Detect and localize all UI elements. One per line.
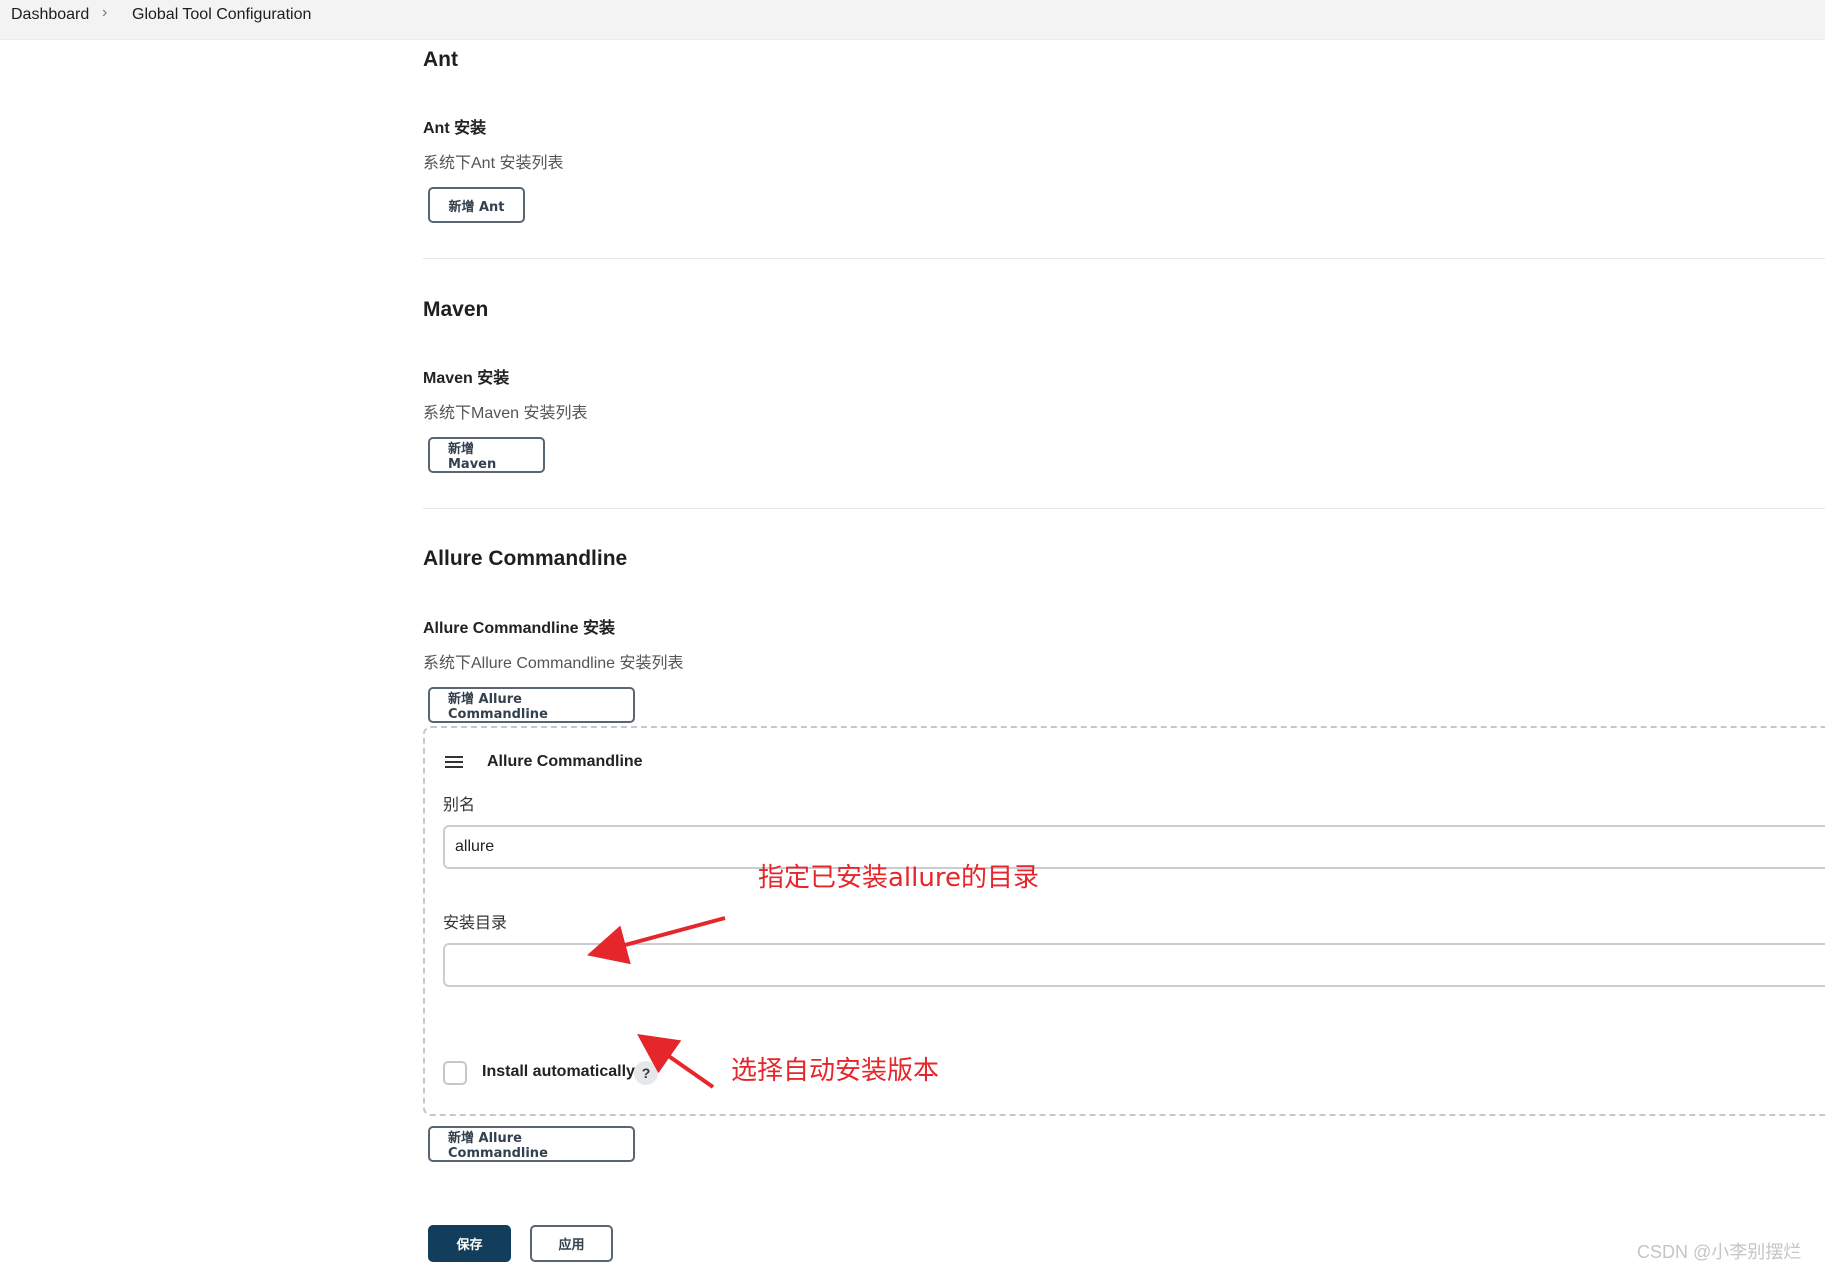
- arrow-to-help-icon: [637, 1033, 715, 1089]
- watermark: CSDN @小李别摆烂: [1637, 1242, 1802, 1262]
- arrow-to-install-dir: [586, 916, 726, 965]
- annotation-arrows: [586, 916, 726, 1089]
